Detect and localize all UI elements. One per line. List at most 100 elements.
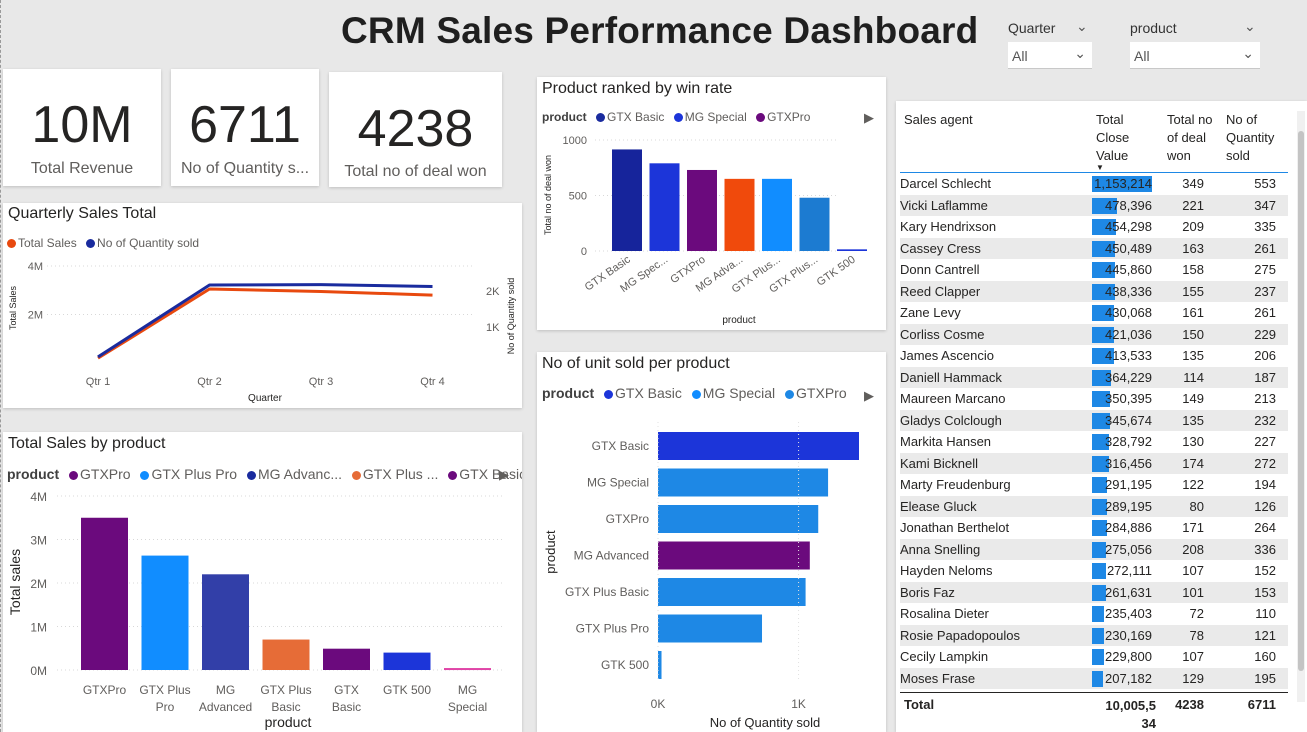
cell-sales-agent: Daniell Hammack [900,369,1002,385]
table-scrollbar[interactable] [1297,111,1305,702]
table-row[interactable]: Elease Gluck 289,195 80 126 [900,495,1288,517]
x-tick-label: GTK 500 [815,254,858,289]
table-row[interactable]: Daniell Hammack 364,229 114 187 [900,366,1288,388]
table-row[interactable]: Donn Cantrell 445,860 158 275 [900,259,1288,281]
cell-sales-agent: Donn Cantrell [900,262,980,277]
table-row[interactable]: Vicki Laflamme 478,396 221 347 [900,194,1288,216]
cell-close-value: 454,298 [1105,219,1152,234]
table-row[interactable]: Kary Hendrixson 454,298 209 335 [900,216,1288,238]
cell-deals-won: 107 [1182,649,1204,664]
kpi-card-deals[interactable]: 4238 Total no of deal won [329,72,502,187]
bar [262,639,310,670]
x-tick-label: MG Special [448,683,487,714]
cell-deals-won: 78 [1189,627,1204,643]
column-header-sales-agent[interactable]: Sales agent [904,111,973,129]
y-tick-label: 2M [28,310,43,322]
table-row[interactable]: Rosie Papadopoulos 230,169 78 121 [900,624,1288,646]
chevron-down-icon[interactable]: ⌄ [1076,18,1088,35]
table-row[interactable]: Boris Faz 261,631 101 153 [900,581,1288,603]
y-tick-label: 4M [30,490,47,504]
units-sold-panel[interactable]: No of unit sold per product product GTX … [537,352,886,732]
quarterly-sales-panel[interactable]: Quarterly Sales Total Total Sales No of … [3,203,522,408]
table-row[interactable]: Gladys Colclough 345,674 135 232 [900,409,1288,431]
scrollbar-thumb[interactable] [1298,131,1304,671]
cell-sales-agent: Corliss Cosme [900,326,985,342]
x-tick-label: GTX Basic [332,683,361,714]
win-rate-panel[interactable]: Product ranked by win rate product GTX B… [537,77,886,330]
kpi-card-quantity[interactable]: 6711 No of Quantity s... [171,69,319,186]
table-row[interactable]: Moses Frase 207,182 129 195 [900,667,1288,689]
cell-quantity: 232 [1254,412,1276,428]
column-header-deals-won[interactable]: Total no of deal won [1167,111,1222,165]
column-header-quantity[interactable]: No of Quantity sold [1226,111,1286,165]
cell-close-value: 316,456 [1105,455,1152,471]
bar [724,178,755,251]
table-row[interactable]: Rosalina Dieter 235,403 72 110 [900,603,1288,625]
cell-deals-won: 158 [1182,262,1204,277]
cell-quantity: 553 [1254,176,1276,191]
x-tick-label: 1K [791,697,806,711]
cell-close-value: 284,886 [1105,520,1152,535]
cell-deals-won: 155 [1182,283,1204,299]
cell-deals-won: 149 [1182,391,1204,406]
cell-sales-agent: James Ascencio [900,348,994,363]
y-tick-label: GTXPro [606,512,650,526]
bar [658,432,859,460]
chevron-down-icon[interactable]: ⌄ [1244,18,1256,35]
bar [799,197,830,251]
cell-sales-agent: Gladys Colclough [900,412,1002,428]
total-close-value: 10,005,5 34 [1105,698,1156,731]
table-row[interactable]: Darcel Schlecht 1,153,214 349 553 [900,173,1288,195]
cell-quantity: 229 [1254,326,1276,342]
quarter-slicer[interactable]: Quarter ⌄ All ⌄ [1008,18,1092,72]
total-sales-product-panel[interactable]: Total Sales by product product GTXPro GT… [3,432,522,732]
table-row[interactable]: Kami Bicknell 316,456 174 272 [900,452,1288,474]
cell-deals-won: 107 [1182,563,1204,578]
cell-close-value: 450,489 [1105,240,1152,256]
table-row[interactable]: Jonathan Berthelot 284,886 171 264 [900,517,1288,539]
cell-deals-won: 209 [1182,219,1204,234]
sales-agent-table-panel[interactable]: Sales agent Total Close Value ▼ Total no… [896,101,1307,732]
y-tick-label: 1000 [563,135,587,147]
table-row[interactable]: Markita Hansen 328,792 130 227 [900,431,1288,453]
table-row[interactable]: Corliss Cosme 421,036 150 229 [900,323,1288,345]
table-row[interactable]: Cassey Cress 450,489 163 261 [900,237,1288,259]
kpi-label: Total no of deal won [344,163,487,180]
cell-sales-agent: Rosie Papadopoulos [900,627,1020,643]
cell-sales-agent: Boris Faz [900,584,955,600]
product-slicer[interactable]: product ⌄ All ⌄ [1130,18,1260,72]
sort-desc-icon[interactable]: ▼ [1096,163,1104,172]
cell-close-value: 291,195 [1105,477,1152,492]
cell-close-value: 445,860 [1105,262,1152,277]
cell-quantity: 272 [1254,455,1276,471]
table-row[interactable]: James Ascencio 413,533 135 206 [900,345,1288,367]
units-bar-chart: GTX Basic MG Special GTXPro MG Advanced GTX … [543,422,859,730]
table-row[interactable]: Zane Levy 430,068 161 261 [900,302,1288,324]
cell-quantity: 195 [1254,670,1276,686]
kpi-value: 10M [31,96,133,154]
x-axis-label: product [722,315,756,326]
cell-close-value: 207,182 [1105,670,1152,686]
kpi-card-revenue[interactable]: 10M Total Revenue [3,69,161,186]
product-dropdown[interactable]: All ⌄ [1130,42,1260,69]
cell-deals-won: 150 [1182,326,1204,342]
cell-deals-won: 80 [1189,498,1204,514]
table-row[interactable]: Anna Snelling 275,056 208 336 [900,538,1288,560]
y-tick-label: 2M [30,577,47,591]
product-dropdown-value: All [1134,48,1150,64]
table-row[interactable]: Maureen Marcano 350,395 149 213 [900,388,1288,410]
y-axis-label: Total no of deal won [543,155,553,235]
bar [649,163,680,251]
cell-close-value: 289,195 [1105,498,1152,514]
cell-sales-agent: Anna Snelling [900,541,981,557]
cell-quantity: 264 [1254,520,1276,535]
total-row: Total 10,005,5 34 4238 6711 [896,693,1296,732]
cell-sales-agent: Kami Bicknell [900,455,979,471]
win-rate-bar-chart: 05001000GTX BasicMG Spec...GTXProMG Adva… [543,135,867,326]
column-header-close-value[interactable]: Total Close Value [1096,111,1146,165]
quarter-dropdown[interactable]: All ⌄ [1008,42,1092,69]
table-row[interactable]: Reed Clapper 438,336 155 237 [900,280,1288,302]
table-row[interactable]: Cecily Lampkin 229,800 107 160 [900,646,1288,668]
table-row[interactable]: Hayden Neloms 272,111 107 152 [900,560,1288,582]
table-row[interactable]: Marty Freudenburg 291,195 122 194 [900,474,1288,496]
